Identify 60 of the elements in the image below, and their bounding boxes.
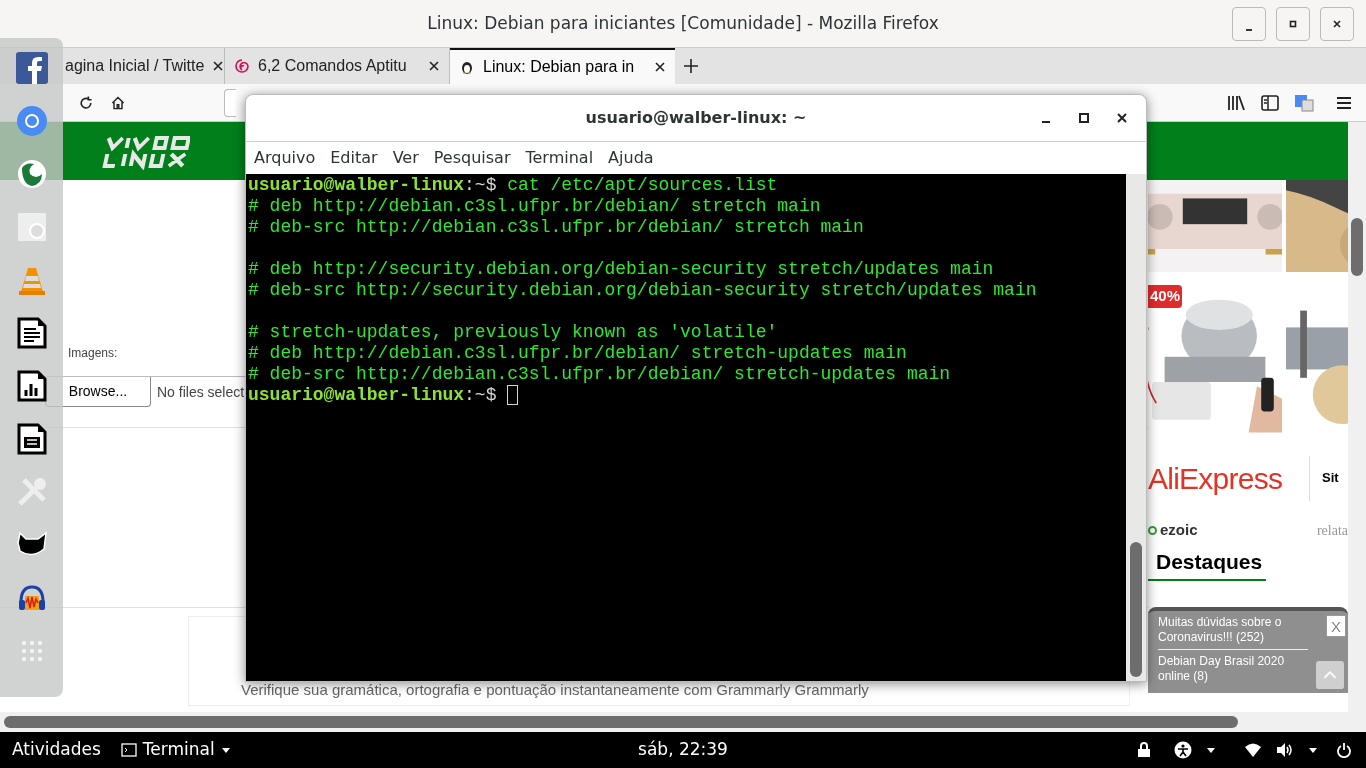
sidebar-icon[interactable] — [1260, 92, 1280, 113]
menu-item[interactable]: Ajuda — [601, 146, 661, 170]
close-icon[interactable] — [654, 61, 666, 73]
minimize-icon — [1245, 28, 1253, 31]
translate-icon[interactable] — [1294, 92, 1314, 113]
caret-icon — [220, 745, 231, 755]
window-title: Linux: Debian para iniciantes [Comunidade] - Mozilla Firefox — [427, 11, 939, 35]
close-button[interactable] — [1320, 6, 1354, 41]
discount-badge: 40% — [1148, 285, 1183, 308]
close-button[interactable]: X — [1326, 615, 1346, 637]
field-label: Imagens: — [68, 345, 118, 362]
menu-item[interactable]: Editar — [323, 146, 385, 170]
menu-item[interactable]: Ver — [385, 146, 426, 170]
app-menu[interactable]: Terminal — [120, 737, 231, 763]
caret-icon[interactable] — [1308, 745, 1318, 755]
terminal-text: # deb-src http://debian.c3sl.ufpr.br/debian/ stretch main — [248, 217, 864, 237]
menu-item[interactable]: Pesquisar — [426, 146, 518, 170]
prompt-text: usuario@walber-linux:~$ — [248, 175, 497, 196]
file-status: No files select — [157, 382, 245, 402]
close-icon[interactable] — [428, 60, 440, 72]
terminal-text: # deb http://debian.c3sl.ufpr.br/debian/ stretch main — [248, 196, 821, 216]
home-icon[interactable] — [110, 94, 126, 111]
penguin-icon — [459, 59, 475, 75]
activities-button[interactable]: Atividades — [12, 737, 101, 763]
close-icon[interactable] — [212, 60, 225, 72]
command-text: cat /etc/apt/sources.list — [506, 175, 778, 196]
terminal-text: # deb http://security.debian.org/debian-security stretch/updates main — [248, 259, 994, 279]
wifi-icon[interactable] — [1244, 742, 1262, 758]
menu-item[interactable]: Terminal — [518, 146, 601, 170]
browser-tab[interactable]: Linux: Debian para in — [450, 48, 675, 84]
terminal-text: # deb-src http://debian.c3sl.ufpr.br/debian/ stretch-updates main — [248, 364, 951, 384]
new-tab-icon[interactable] — [683, 58, 699, 74]
f-logo-icon[interactable] — [15, 52, 48, 84]
chart-document-icon[interactable] — [15, 370, 48, 402]
lock-icon[interactable] — [1136, 742, 1152, 758]
power-icon[interactable] — [1336, 742, 1352, 758]
window-title: usuario@walber-linux: ~ — [585, 107, 807, 129]
side-text: Sit — [1322, 469, 1339, 488]
terminal-text: # stretch-updates, previously known as 'volatile' — [248, 322, 778, 342]
maximize-icon[interactable] — [1078, 112, 1090, 124]
form-document-icon[interactable] — [15, 423, 48, 455]
close-icon[interactable] — [1116, 112, 1128, 124]
ad-text: Verifique sua gramática, ortografia e pontuação instantaneamente com Grammarly Grammarly — [241, 679, 869, 700]
accessibility-icon[interactable] — [1174, 741, 1192, 759]
ring-icon[interactable] — [15, 105, 48, 137]
reload-icon[interactable] — [78, 94, 94, 111]
section-title: Destaques — [1156, 548, 1264, 575]
terminal-text: # deb-src http://security.debian.org/debian-security stretch/updates main — [248, 280, 1037, 300]
address-field[interactable] — [224, 88, 236, 117]
menu-item[interactable]: Arquivo — [247, 146, 323, 170]
terminal-icon — [120, 742, 137, 758]
caret-icon[interactable] — [1206, 745, 1216, 755]
swirl-icon — [234, 58, 250, 74]
store-logo: AliExpress — [1148, 455, 1310, 501]
volume-icon[interactable] — [1276, 742, 1294, 758]
prompt-text: usuario@walber-linux:~$ — [248, 385, 497, 406]
cut-text: relata — [1316, 521, 1348, 540]
text-document-icon[interactable] — [15, 317, 48, 349]
terminal-text: # deb http://debian.c3sl.ufpr.br/debian/ stretch-updates main — [248, 343, 907, 363]
clock[interactable]: sáb, 22:39 — [638, 737, 728, 763]
